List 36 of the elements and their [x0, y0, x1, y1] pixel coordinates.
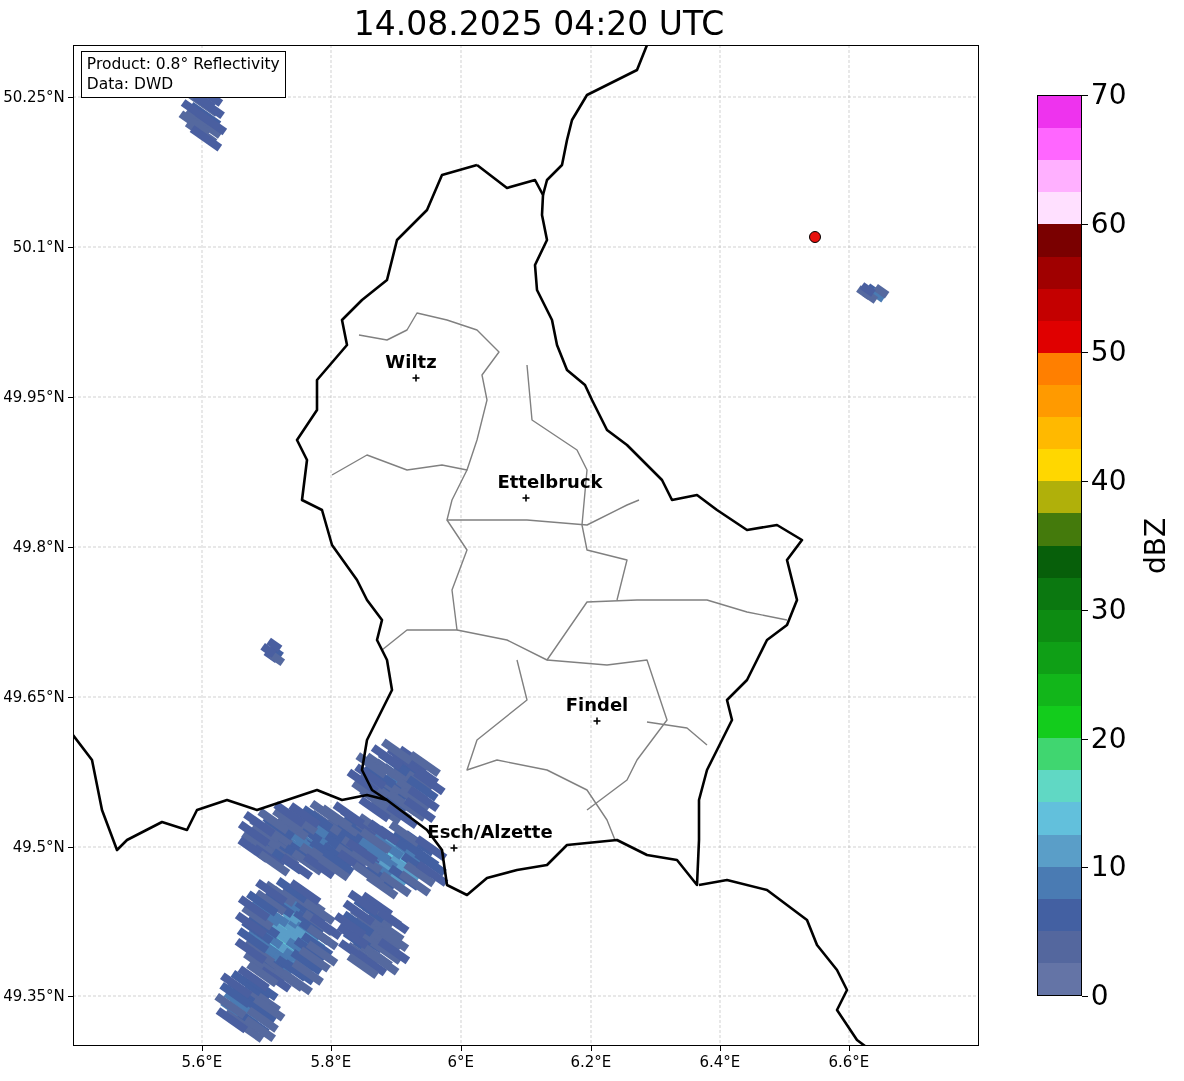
axis-tick-label: 5.8°E [310, 1053, 352, 1071]
colorbar-tick-label: 30 [1090, 592, 1127, 627]
city-marker [449, 843, 459, 853]
colorbar-tick-label: 0 [1090, 979, 1109, 1013]
colorbar-tick-label: 40 [1090, 464, 1127, 499]
colorbar-tick-label: 70 [1090, 78, 1127, 112]
axis-tick-label: 49.95°N [3, 388, 65, 406]
colorbar-tick-label: 60 [1090, 206, 1127, 241]
colorbar-tick-label: 20 [1090, 721, 1127, 756]
axis-tick-label: 6°E [447, 1053, 475, 1071]
axis-tick-label: 5.6°E [181, 1053, 223, 1071]
colorbar-tick-label: 50 [1090, 335, 1127, 370]
colorbar-tick-label: 10 [1090, 850, 1127, 885]
legend-text: Data: DWD [86, 74, 175, 94]
city-marker [411, 373, 421, 383]
location-dot [808, 231, 821, 243]
city-marker [592, 716, 602, 726]
legend-text: Product: 0.8° Reflectivity [86, 54, 280, 74]
city-label: Ettelbruck [497, 471, 603, 492]
axis-tick-label: 6.6°E [828, 1053, 870, 1071]
axis-tick-label: 49.8°N [12, 538, 65, 556]
axis-tick-label: 49.5°N [12, 838, 65, 856]
colorbar-label: dBZ [1138, 517, 1173, 574]
axis-tick-label: 6.4°E [699, 1053, 741, 1071]
city-marker [521, 493, 531, 503]
city-label: Findel [565, 694, 629, 715]
chart-title: 14.08.2025 04:20 UTC [352, 3, 726, 45]
city-label: Esch/Alzette [427, 821, 553, 842]
radar-echo [855, 282, 890, 304]
city-label: Wiltz [385, 351, 437, 372]
axis-tick-label: 50.1°N [12, 238, 65, 256]
radar-echo [260, 637, 285, 666]
axis-tick-label: 50.25°N [3, 88, 65, 106]
axis-tick-label: 49.35°N [3, 987, 65, 1005]
axis-tick-label: 49.65°N [3, 688, 65, 706]
axis-tick-label: 6.2°E [570, 1053, 612, 1071]
